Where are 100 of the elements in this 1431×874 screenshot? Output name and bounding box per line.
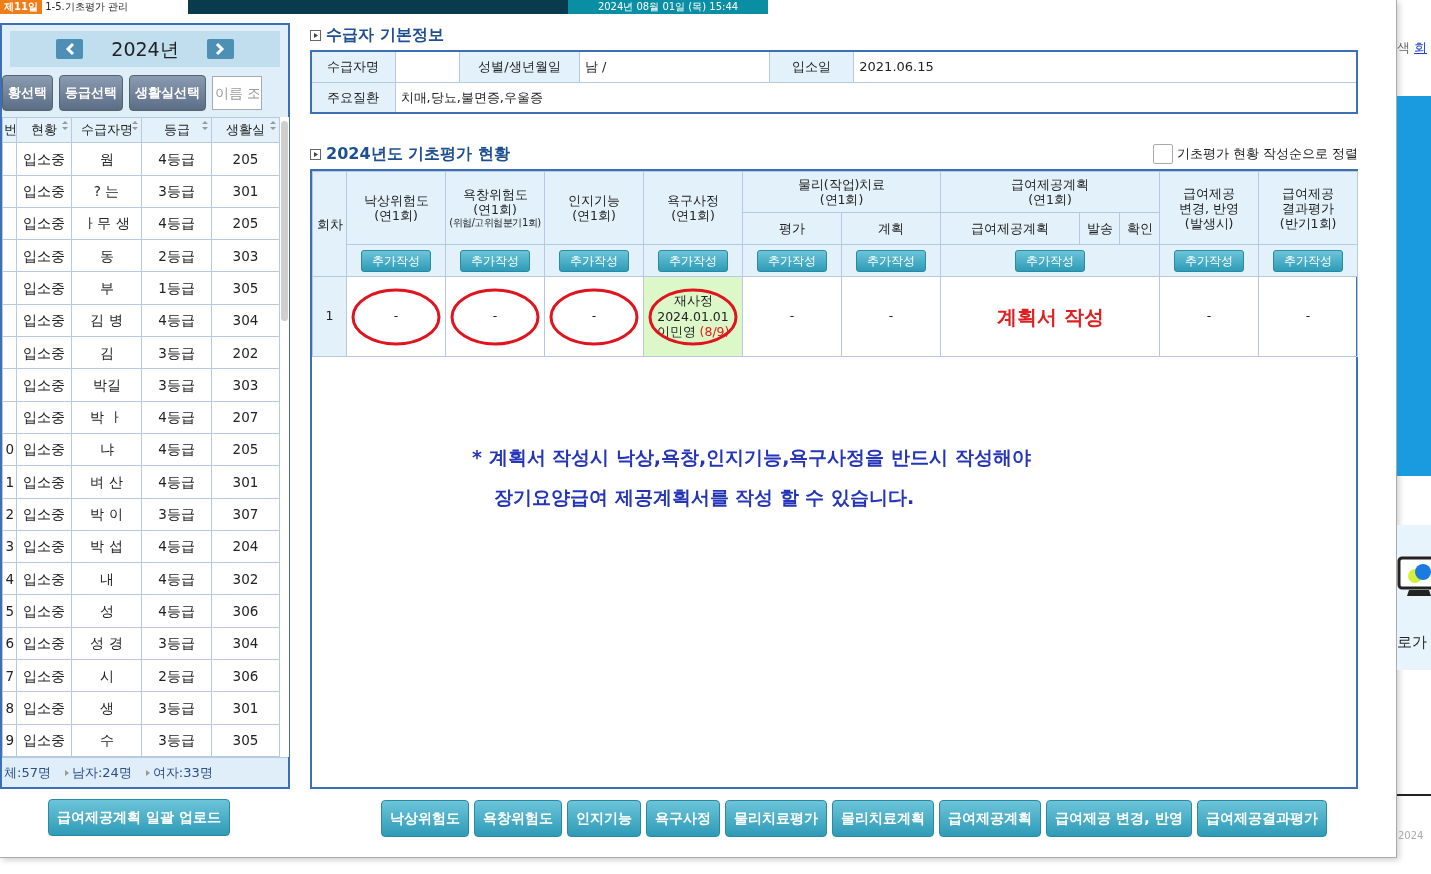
table-cell: -	[544, 276, 644, 357]
result-text: 재사정	[672, 293, 714, 309]
table-cell: 305	[211, 724, 280, 757]
table-cell: 김 병	[71, 304, 142, 337]
column-header: 낙상위험도 (연1회)	[346, 171, 446, 245]
column-header[interactable]: 수급자명	[71, 117, 142, 143]
add-button[interactable]: 추가작성	[559, 249, 629, 272]
table-cell: 웜	[71, 142, 142, 176]
field-label: 입소일	[769, 51, 854, 82]
next-year-button[interactable]	[206, 39, 234, 59]
table-cell: 성	[71, 594, 142, 628]
table-cell: 입소중	[16, 368, 72, 402]
bullet-icon	[64, 769, 69, 776]
add-button[interactable]: 추가작성	[856, 249, 926, 272]
column-header: 번	[2, 117, 17, 143]
table-cell: 냐	[71, 433, 142, 466]
field-label: 수급자명	[311, 51, 395, 82]
add-button[interactable]: 추가작성	[1273, 249, 1344, 272]
filter-button[interactable]: 등급선택	[59, 75, 123, 111]
table-cell: -	[742, 276, 842, 357]
add-button[interactable]: 추가작성	[1015, 249, 1086, 272]
table-cell: 4등급	[141, 562, 212, 595]
add-button[interactable]: 추가작성	[757, 249, 827, 272]
table-cell: 5	[2, 594, 17, 628]
table-cell: 7	[2, 659, 17, 692]
nav-button[interactable]: 낙상위험도	[381, 800, 470, 837]
table-cell: 301	[211, 691, 280, 725]
table-cell: 204	[211, 530, 280, 563]
column-header: 물리(작업)치료 (연1회)	[742, 171, 941, 213]
previous-year-button[interactable]	[56, 39, 84, 59]
table-cell: 입소중	[16, 142, 72, 176]
add-button[interactable]: 추가작성	[1174, 249, 1245, 272]
nav-button[interactable]: 인지기능	[567, 800, 642, 837]
chevron-left-icon	[63, 42, 76, 56]
nav-button[interactable]: 급여제공계획	[939, 800, 1042, 837]
expand-icon	[310, 29, 321, 41]
table-cell: 304	[211, 627, 280, 660]
table-cell: 2등급	[141, 659, 212, 692]
field-label: 성별/생년월일	[459, 51, 580, 82]
table-cell: 4등급	[141, 142, 212, 176]
table-cell: 2등급	[141, 239, 212, 272]
table-cell: 입소중	[16, 175, 72, 208]
table-cell: 302	[211, 562, 280, 595]
sort-icon[interactable]	[131, 121, 139, 130]
table-cell: -	[346, 276, 446, 357]
summary-count: 남자:24명	[71, 763, 132, 782]
nav-button[interactable]: 욕구사정	[646, 800, 721, 837]
table-cell: 생	[71, 691, 142, 725]
chevron-right-icon	[214, 42, 227, 56]
sort-icon[interactable]	[201, 121, 209, 130]
table-cell: 입소중	[16, 530, 72, 563]
add-button[interactable]: 추가작성	[658, 249, 728, 272]
table-cell: 입소중	[16, 562, 72, 595]
summary-count: 여자:33명	[152, 763, 213, 782]
table-cell: 입소중	[16, 724, 72, 757]
table-cell: -	[1258, 276, 1358, 357]
table-cell: 0	[2, 433, 17, 466]
column-header[interactable]: 현황	[16, 117, 72, 143]
table-cell: 4등급	[141, 433, 212, 466]
table-cell: 3등급	[141, 724, 212, 757]
table-cell: ㅏ무 생	[71, 207, 142, 240]
sort-icon[interactable]	[61, 121, 69, 130]
sort-icon[interactable]	[269, 121, 277, 130]
table-cell: 시	[71, 659, 142, 692]
menu-link[interactable]: 회	[1414, 38, 1427, 58]
column-header[interactable]: 생활실	[211, 117, 280, 143]
table-cell: 6	[2, 627, 17, 660]
nav-button[interactable]: 욕창위험도	[474, 800, 563, 837]
table-cell: -	[1159, 276, 1259, 357]
notice-text: * 계획서 작성시 낙상,욕창,인지기능,욕구사정을 반드시 작성해야	[472, 445, 1032, 470]
filter-button[interactable]: 황선택	[2, 75, 53, 111]
nav-button[interactable]: 급여제공결과평가	[1196, 800, 1327, 837]
filter-button[interactable]: 생활실선택	[129, 75, 206, 111]
nav-button[interactable]: 물리치료계획	[832, 800, 935, 837]
table-cell: 3등급	[141, 498, 212, 531]
table-cell: 입소중	[16, 401, 72, 434]
column-header[interactable]: 등급	[141, 117, 212, 143]
menu-text: 색	[1397, 39, 1410, 57]
table-cell: 305	[211, 271, 280, 305]
nav-button[interactable]: 급여제공 변경, 반영	[1046, 800, 1192, 837]
scrollbar-thumb[interactable]	[281, 121, 288, 321]
table-cell: 303	[211, 239, 280, 272]
nav-button[interactable]: 물리치료평가	[725, 800, 828, 837]
table-cell: 4	[2, 562, 17, 595]
round-cell: 1	[312, 276, 347, 357]
table-cell: 3등급	[141, 368, 212, 402]
table-cell: 입소중	[16, 304, 72, 337]
table-cell: 207	[211, 401, 280, 434]
add-button[interactable]: 추가작성	[460, 249, 530, 272]
table-cell: 2	[2, 498, 17, 531]
checkbox[interactable]	[1152, 144, 1173, 164]
add-button[interactable]: 추가작성	[361, 249, 431, 272]
result-text: 2024.01.01	[656, 308, 730, 325]
column-header: 급여제공계획 (연1회)	[940, 171, 1160, 213]
column-header: 급여제공 결과평가 (반기1회)	[1258, 171, 1358, 245]
upload-button[interactable]: 급여제공계획 일괄 업로드	[48, 799, 230, 836]
date-time: 2024년 08월 01일 (목) 15:44	[567, 0, 769, 14]
table-cell: 내	[71, 562, 142, 595]
table-cell: 입소중	[16, 627, 72, 660]
table-cell: 3등급	[141, 175, 212, 208]
